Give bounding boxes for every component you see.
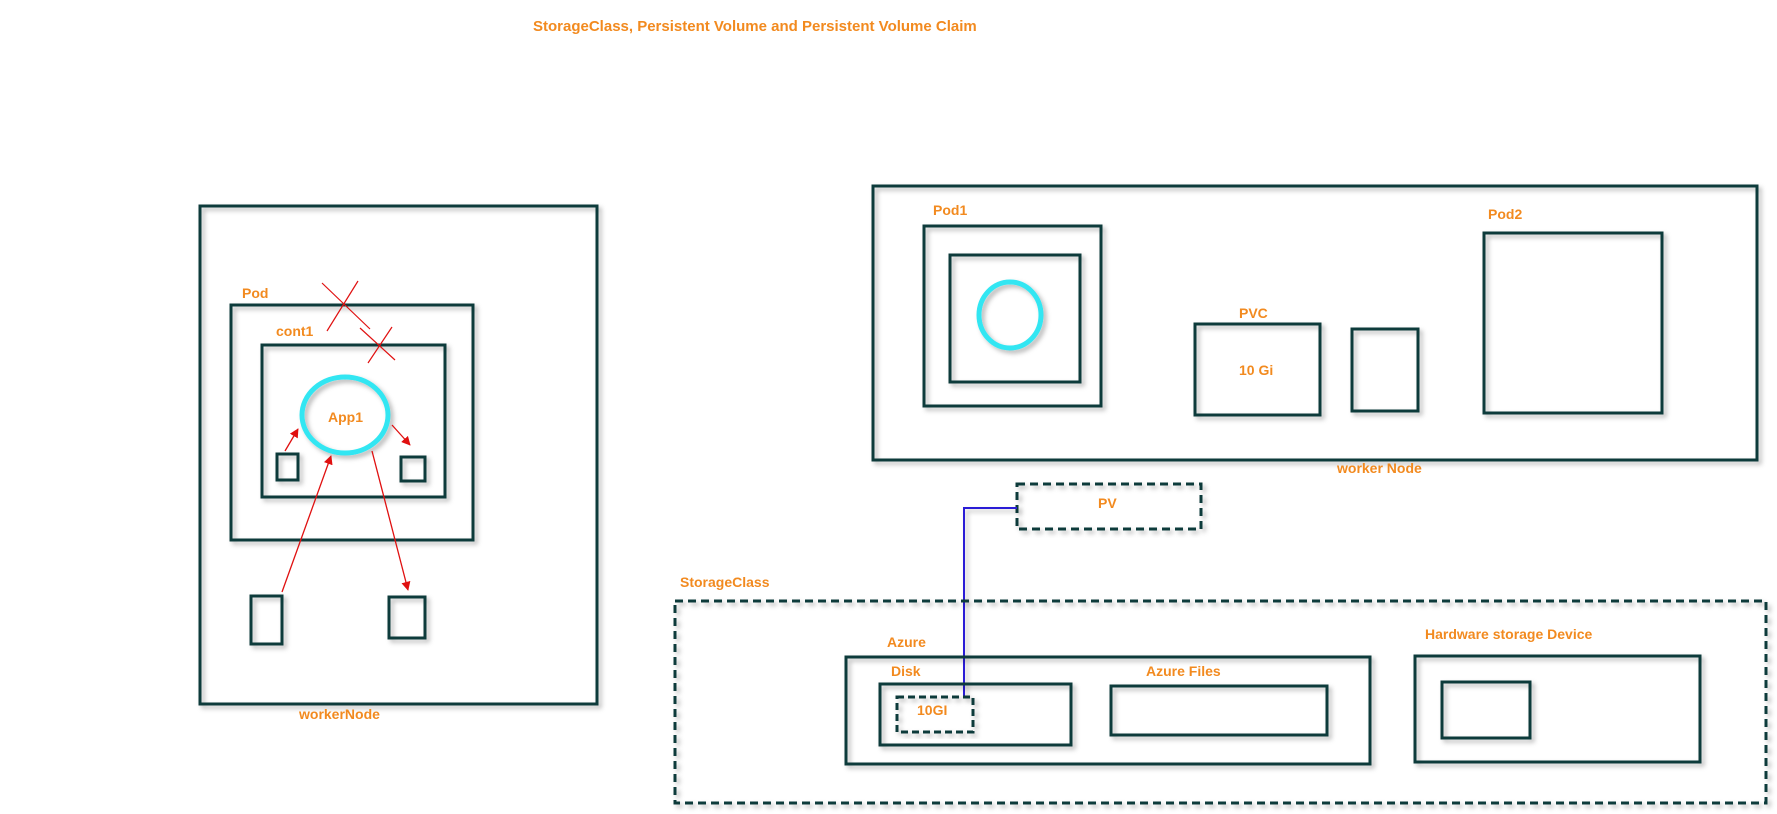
hardware-storage-label: Hardware storage Device	[1425, 626, 1593, 642]
hardware-storage-box	[1413, 654, 1702, 764]
spare-box	[1350, 327, 1420, 413]
pv-label: PV	[1098, 495, 1117, 511]
hardware-inner-box	[1440, 680, 1532, 740]
volume-box-left	[249, 594, 284, 646]
pod2-label: Pod2	[1488, 206, 1523, 222]
pod1-container-box	[948, 253, 1082, 384]
pod2-box	[1482, 231, 1664, 415]
pvc-size-label: 10 Gi	[1239, 362, 1274, 378]
left-container-label: cont1	[276, 323, 314, 339]
small-box-right	[399, 455, 427, 483]
left-worker-node-label: workerNode	[299, 706, 380, 722]
worker-node-box	[198, 204, 599, 706]
disk-label: Disk	[891, 663, 921, 679]
pod1-label: Pod1	[933, 202, 968, 218]
crossed-out-marks	[321, 280, 396, 364]
disk-box	[878, 682, 1073, 747]
arrow-to-app-volume	[281, 455, 333, 593]
disk-volume-label: 10GI	[917, 702, 948, 718]
left-pod-label: Pod	[242, 285, 269, 301]
diagram-title: StorageClass, Persistent Volume and Pers…	[533, 18, 977, 35]
diagram-canvas	[198, 68, 1768, 805]
small-box-left	[275, 452, 300, 482]
right-worker-node-label: worker Node	[1337, 460, 1422, 476]
pod1-app-ring	[976, 279, 1044, 351]
storage-class-label: StorageClass	[680, 574, 770, 590]
storage-class-box	[673, 599, 1768, 805]
arrow-from-app-small	[391, 424, 411, 446]
volume-box-right	[387, 595, 427, 640]
left-app-label: App1	[328, 409, 363, 425]
pvc-label: PVC	[1239, 305, 1268, 321]
azure-files-box	[1109, 684, 1329, 737]
azure-label: Azure	[887, 634, 926, 650]
arrow-to-app-small	[284, 428, 299, 452]
azure-files-label: Azure Files	[1146, 663, 1221, 679]
arrow-from-app-volume	[371, 450, 411, 591]
